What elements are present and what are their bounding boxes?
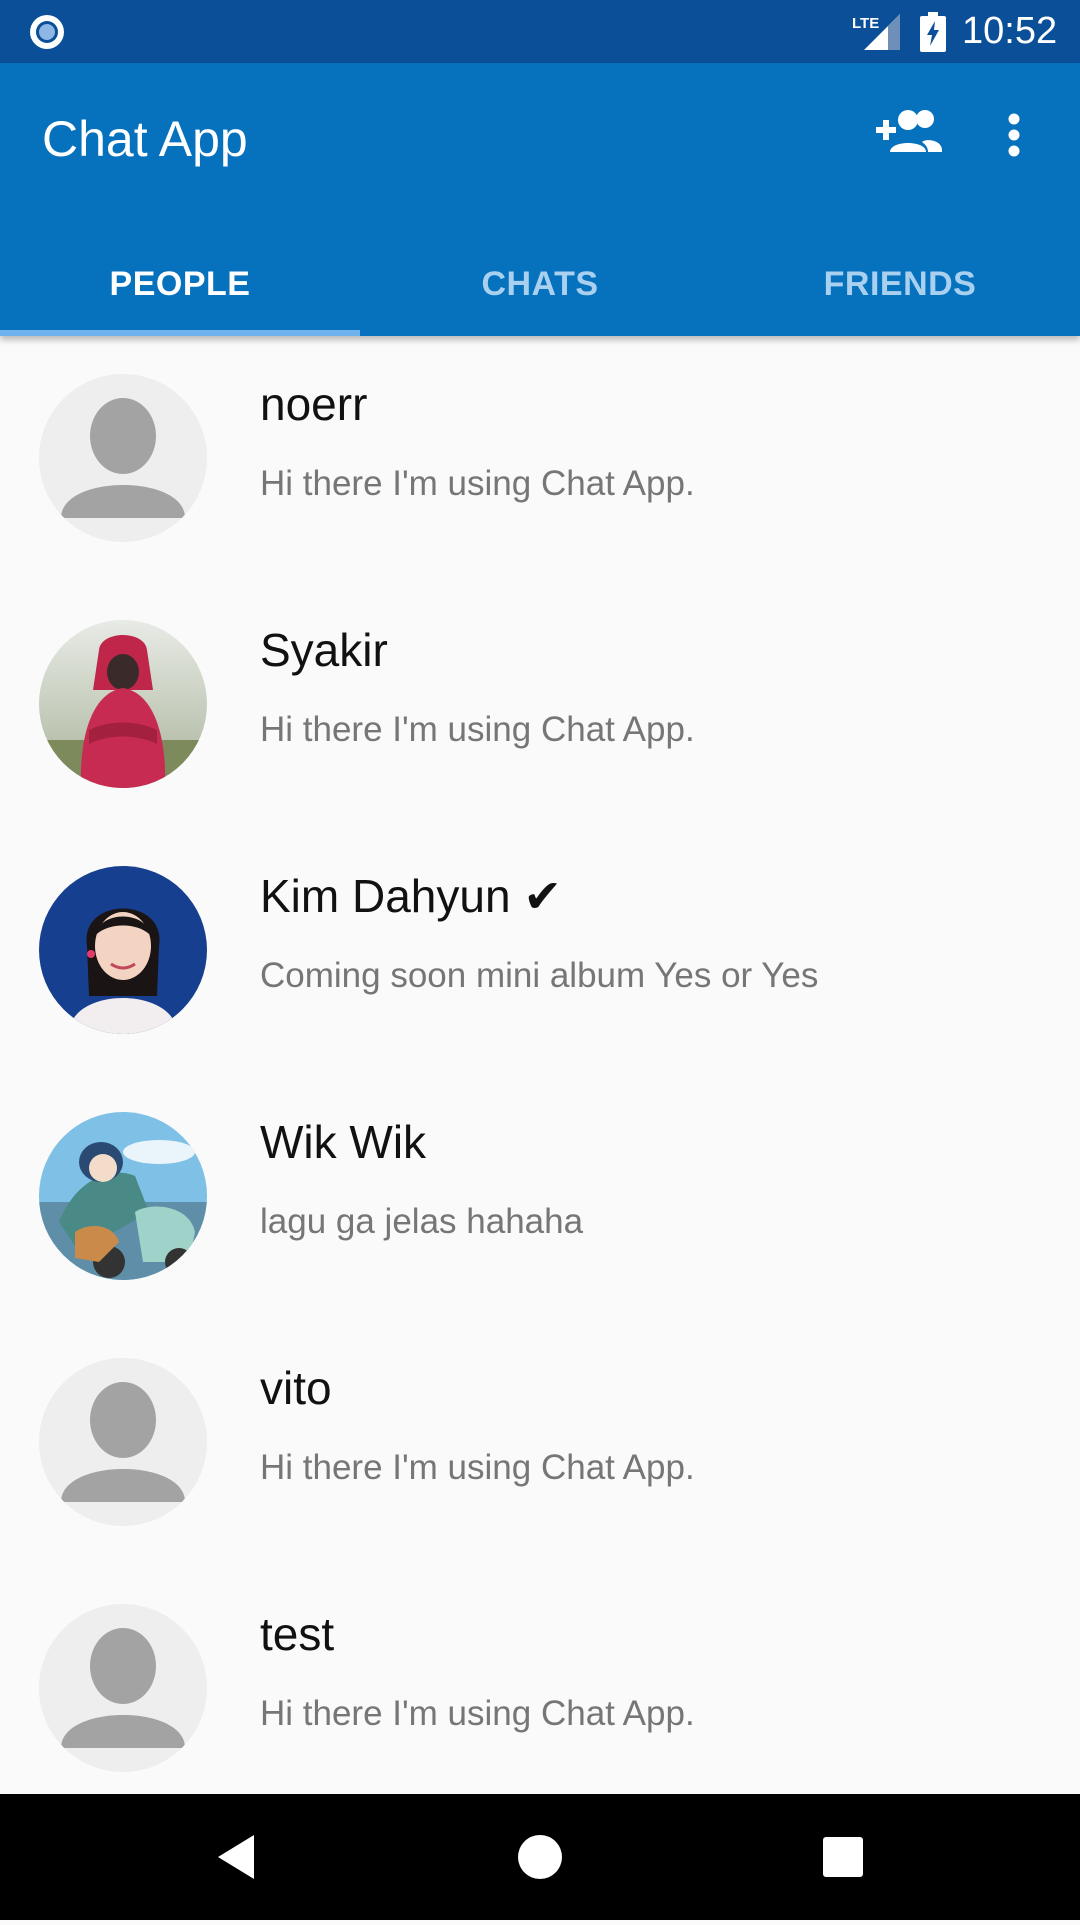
people-list: noerr Hi there I'm using Chat App. Syaki… [0,336,1080,1812]
avatar [39,1358,207,1526]
contact-name: test [260,1608,335,1660]
default-avatar-icon [39,1604,207,1772]
photo-red-hoodie-icon [39,620,207,788]
list-item[interactable]: Wik Wik lagu ga jelas hahaha [0,1074,1080,1320]
contact-status: Hi there I'm using Chat App. [260,464,695,503]
list-item[interactable]: Syakir Hi there I'm using Chat App. [0,582,1080,828]
avatar [39,1604,207,1772]
network-label: LTE [852,15,879,32]
notification-icon [28,13,66,56]
status-bar: LTE 10:52 [0,0,1080,63]
tab-bar: PEOPLE CHATS FRIENDS [0,232,1080,336]
list-item[interactable]: noerr Hi there I'm using Chat App. [0,336,1080,582]
list-item[interactable]: test Hi there I'm using Chat App. [0,1566,1080,1812]
status-time: 10:52 [962,10,1058,52]
avatar [39,1112,207,1280]
list-item[interactable]: vito Hi there I'm using Chat App. [0,1320,1080,1566]
avatar [39,374,207,542]
app-title: Chat App [42,111,248,167]
navigation-bar [0,1794,1080,1920]
default-avatar-icon [39,1358,207,1526]
contact-status: Hi there I'm using Chat App. [260,710,695,749]
contact-name: noerr [260,378,368,430]
tab-friends[interactable]: FRIENDS [720,232,1080,336]
add-person-icon[interactable] [876,108,942,159]
recents-icon[interactable] [808,1794,878,1920]
contact-status: Hi there I'm using Chat App. [260,1448,695,1487]
contact-status: lagu ga jelas hahaha [260,1202,584,1241]
app-bar: Chat App PEOPLE CHATS FRIENDS [0,63,1080,336]
back-icon[interactable] [200,1794,270,1920]
photo-anime-scooter-icon [39,1112,207,1280]
default-avatar-icon [39,374,207,542]
photo-portrait-icon [39,866,207,1034]
contact-name: Kim Dahyun ✔ [260,870,562,922]
tab-chats[interactable]: CHATS [360,232,720,336]
tab-people[interactable]: PEOPLE [0,232,360,336]
contact-name: Syakir [260,624,388,676]
avatar [39,866,207,1034]
lte-signal-icon: LTE [850,10,902,57]
contact-status: Coming soon mini album Yes or Yes [260,956,819,995]
home-icon[interactable] [505,1794,575,1920]
overflow-menu-icon[interactable] [1008,113,1020,162]
list-item[interactable]: Kim Dahyun ✔ Coming soon mini album Yes … [0,828,1080,1074]
avatar [39,620,207,788]
battery-charging-icon [920,12,946,57]
contact-name: Wik Wik [260,1116,427,1168]
contact-name: vito [260,1362,332,1414]
contact-status: Hi there I'm using Chat App. [260,1694,695,1733]
